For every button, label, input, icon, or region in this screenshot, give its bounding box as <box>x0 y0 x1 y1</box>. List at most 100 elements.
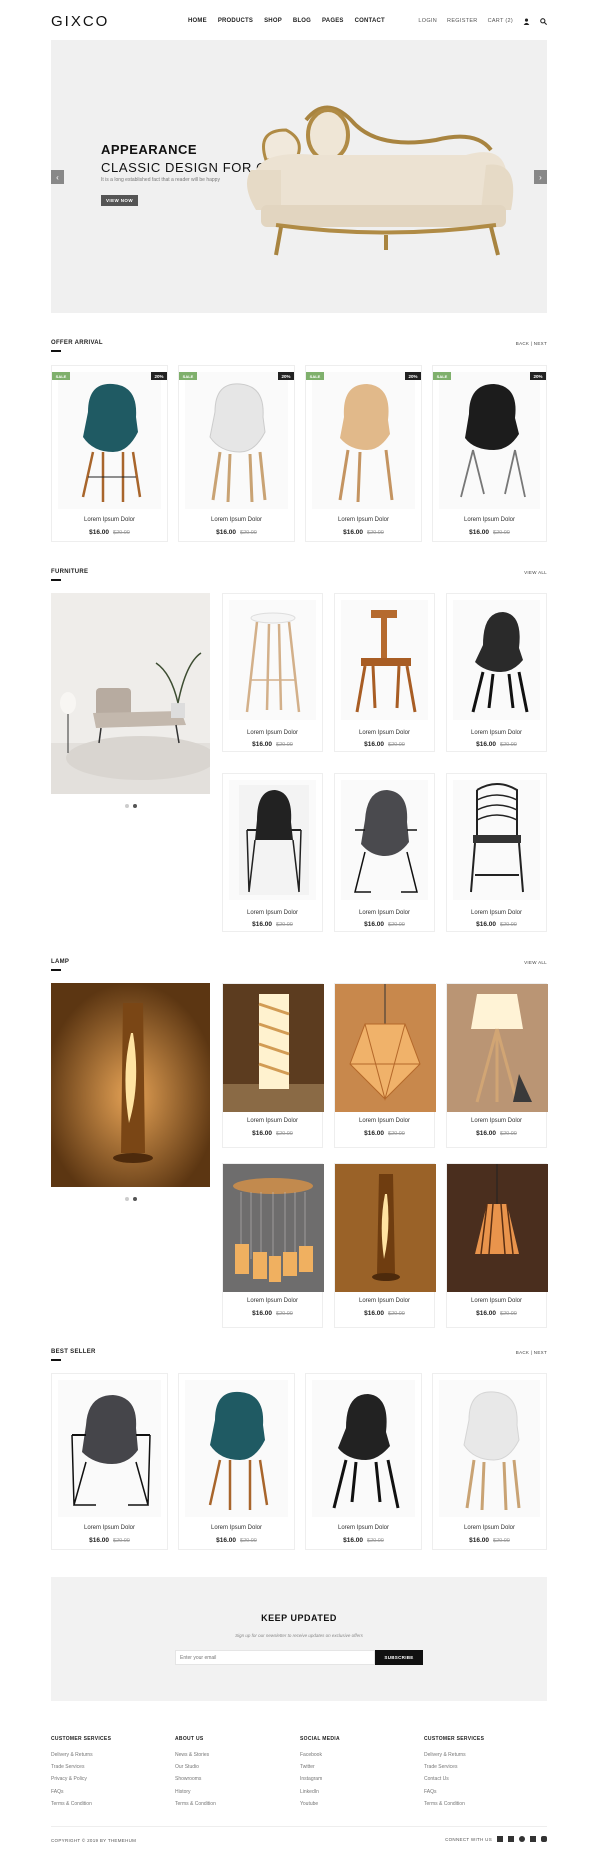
nav-products[interactable]: PRODUCTS <box>218 18 253 24</box>
product-name[interactable]: Lorem Ipsum Dolor <box>179 1525 294 1531</box>
footer-link[interactable]: Privacy & Policy <box>51 1776 161 1788</box>
pinterest-icon[interactable] <box>519 1836 525 1842</box>
view-now-button[interactable]: VIEW NOW <box>101 195 138 206</box>
product-card[interactable]: Lorem Ipsum Dolor $16.00 $20.00 <box>446 983 548 1148</box>
footer-link[interactable]: Twitter <box>300 1764 410 1776</box>
footer-link[interactable]: History <box>175 1789 285 1801</box>
product-card[interactable]: Lorem Ipsum Dolor $16.00 $20.00 <box>334 983 436 1148</box>
footer-link[interactable]: FAQs <box>51 1789 161 1801</box>
product-name[interactable]: Lorem Ipsum Dolor <box>223 1298 322 1304</box>
carousel-dot[interactable] <box>125 1197 129 1201</box>
product-name[interactable]: Lorem Ipsum Dolor <box>223 1118 322 1124</box>
product-card[interactable]: Lorem Ipsum Dolor $16.00 $20.00 <box>334 1163 436 1328</box>
price-current: $16.00 <box>252 741 273 748</box>
footer-link[interactable]: News & Stories <box>175 1752 285 1764</box>
user-icon[interactable] <box>523 18 530 25</box>
product-card[interactable]: Lorem Ipsum Dolor $16.00 $20.00 <box>446 1163 548 1328</box>
product-name[interactable]: Lorem Ipsum Dolor <box>447 910 546 916</box>
product-card[interactable]: SALE 20% Lorem Ipsum Dolor $16.00 $20.00 <box>305 365 422 542</box>
nav-blog[interactable]: BLOG <box>293 18 311 24</box>
product-name[interactable]: Lorem Ipsum Dolor <box>335 1118 434 1124</box>
product-card[interactable]: Lorem Ipsum Dolor $16.00 $20.00 <box>222 1163 324 1328</box>
register-link[interactable]: REGISTER <box>447 18 478 24</box>
nav-shop[interactable]: SHOP <box>264 18 282 24</box>
product-card[interactable]: Lorem Ipsum Dolor $16.00 $20.00 <box>51 1373 168 1550</box>
facebook-icon[interactable] <box>497 1836 503 1842</box>
footer-link[interactable]: Contact Us <box>424 1776 534 1788</box>
product-name[interactable]: Lorem Ipsum Dolor <box>433 1525 546 1531</box>
product-card[interactable]: Lorem Ipsum Dolor $16.00 $20.00 <box>432 1373 547 1550</box>
product-name[interactable]: Lorem Ipsum Dolor <box>447 1118 546 1124</box>
product-name[interactable]: Lorem Ipsum Dolor <box>447 1298 546 1304</box>
login-link[interactable]: LOGIN <box>418 18 437 24</box>
product-card[interactable]: Lorem Ipsum Dolor $16.00 $20.00 <box>222 983 324 1148</box>
footer-link[interactable]: Terms & Condition <box>424 1801 534 1813</box>
footer-link[interactable]: Trade Services <box>424 1764 534 1776</box>
product-card[interactable]: SALE 20% Lorem Ipsum Dolor $16.00 $20.00 <box>178 365 295 542</box>
search-icon[interactable] <box>540 17 547 25</box>
product-card[interactable]: SALE 20% Lorem Ipsum Dolor $16.00 $20.00 <box>51 365 168 542</box>
furniture-view-all[interactable]: VIEW ALL <box>524 570 547 575</box>
footer-link[interactable]: Delivery & Returns <box>424 1752 534 1764</box>
product-card[interactable]: Lorem Ipsum Dolor $16.00 $20.00 <box>334 593 435 752</box>
chair-image <box>338 384 394 503</box>
product-name[interactable]: Lorem Ipsum Dolor <box>433 517 546 523</box>
product-card[interactable]: Lorem Ipsum Dolor $16.00 $20.00 <box>446 773 547 932</box>
footer-link[interactable]: Terms & Condition <box>175 1801 285 1813</box>
carousel-dot-active[interactable] <box>133 1197 137 1201</box>
product-card[interactable]: Lorem Ipsum Dolor $16.00 $20.00 <box>305 1373 422 1550</box>
nav-pages[interactable]: PAGES <box>322 18 344 24</box>
best-back-next[interactable]: BACK | NEXT <box>516 1350 547 1355</box>
product-name[interactable]: Lorem Ipsum Dolor <box>447 730 546 736</box>
product-name[interactable]: Lorem Ipsum Dolor <box>335 730 434 736</box>
footer-link[interactable]: Instagram <box>300 1776 410 1788</box>
carousel-dot[interactable] <box>125 804 129 808</box>
nav-contact[interactable]: CONTACT <box>355 18 385 24</box>
product-name[interactable]: Lorem Ipsum Dolor <box>306 1525 421 1531</box>
hero-next-arrow-icon[interactable]: › <box>534 170 547 184</box>
instagram-icon[interactable] <box>541 1836 547 1842</box>
footer-link[interactable]: FAQs <box>424 1789 534 1801</box>
product-name[interactable]: Lorem Ipsum Dolor <box>52 1525 167 1531</box>
price-current: $16.00 <box>364 1310 385 1317</box>
product-name[interactable]: Lorem Ipsum Dolor <box>223 730 322 736</box>
product-card[interactable]: SALE 20% Lorem Ipsum Dolor $16.00 $20.00 <box>432 365 547 542</box>
footer-link[interactable]: Our Studio <box>175 1764 285 1776</box>
product-card[interactable]: Lorem Ipsum Dolor $16.00 $20.00 <box>334 773 435 932</box>
product-image <box>341 600 428 720</box>
youtube-icon[interactable] <box>530 1836 536 1842</box>
footer-link[interactable]: Facebook <box>300 1752 410 1764</box>
product-name[interactable]: Lorem Ipsum Dolor <box>179 517 294 523</box>
footer-link[interactable]: Delivery & Returns <box>51 1752 161 1764</box>
nav-home[interactable]: HOME <box>188 18 207 24</box>
cart-link[interactable]: CART (2) <box>488 18 513 24</box>
product-image <box>312 1380 415 1517</box>
product-name[interactable]: Lorem Ipsum Dolor <box>223 910 322 916</box>
sale-badge: SALE <box>52 372 70 380</box>
product-name[interactable]: Lorem Ipsum Dolor <box>335 1298 434 1304</box>
product-image <box>229 780 316 900</box>
twitter-icon[interactable] <box>508 1836 514 1842</box>
carousel-dot-active[interactable] <box>133 804 137 808</box>
subscribe-button[interactable]: SUBSCRIBE <box>375 1650 423 1665</box>
footer-link[interactable]: Terms & Condition <box>51 1801 161 1813</box>
footer-link[interactable]: Showrooms <box>175 1776 285 1788</box>
product-name[interactable]: Lorem Ipsum Dolor <box>306 517 421 523</box>
product-image <box>58 1380 161 1517</box>
price-current: $16.00 <box>216 1537 237 1544</box>
footer-link[interactable]: Youtube <box>300 1801 410 1813</box>
email-input[interactable]: Enter your email <box>175 1650 375 1665</box>
product-card[interactable]: Lorem Ipsum Dolor $16.00 $20.00 <box>222 593 323 752</box>
footer-link[interactable]: LinkedIn <box>300 1789 410 1801</box>
hero-slider: APPEARANCE CLASSIC DESIGN FOR OFFICE It … <box>51 40 547 313</box>
product-card[interactable]: Lorem Ipsum Dolor $16.00 $20.00 <box>446 593 547 752</box>
logo[interactable]: GIXCO <box>51 13 171 30</box>
product-name[interactable]: Lorem Ipsum Dolor <box>335 910 434 916</box>
product-card[interactable]: Lorem Ipsum Dolor $16.00 $20.00 <box>222 773 323 932</box>
lamp-view-all[interactable]: VIEW ALL <box>524 960 547 965</box>
hero-prev-arrow-icon[interactable]: ‹ <box>51 170 64 184</box>
offer-back-next[interactable]: BACK | NEXT <box>516 341 547 346</box>
footer-link[interactable]: Trade Services <box>51 1764 161 1776</box>
product-card[interactable]: Lorem Ipsum Dolor $16.00 $20.00 <box>178 1373 295 1550</box>
product-name[interactable]: Lorem Ipsum Dolor <box>52 517 167 523</box>
